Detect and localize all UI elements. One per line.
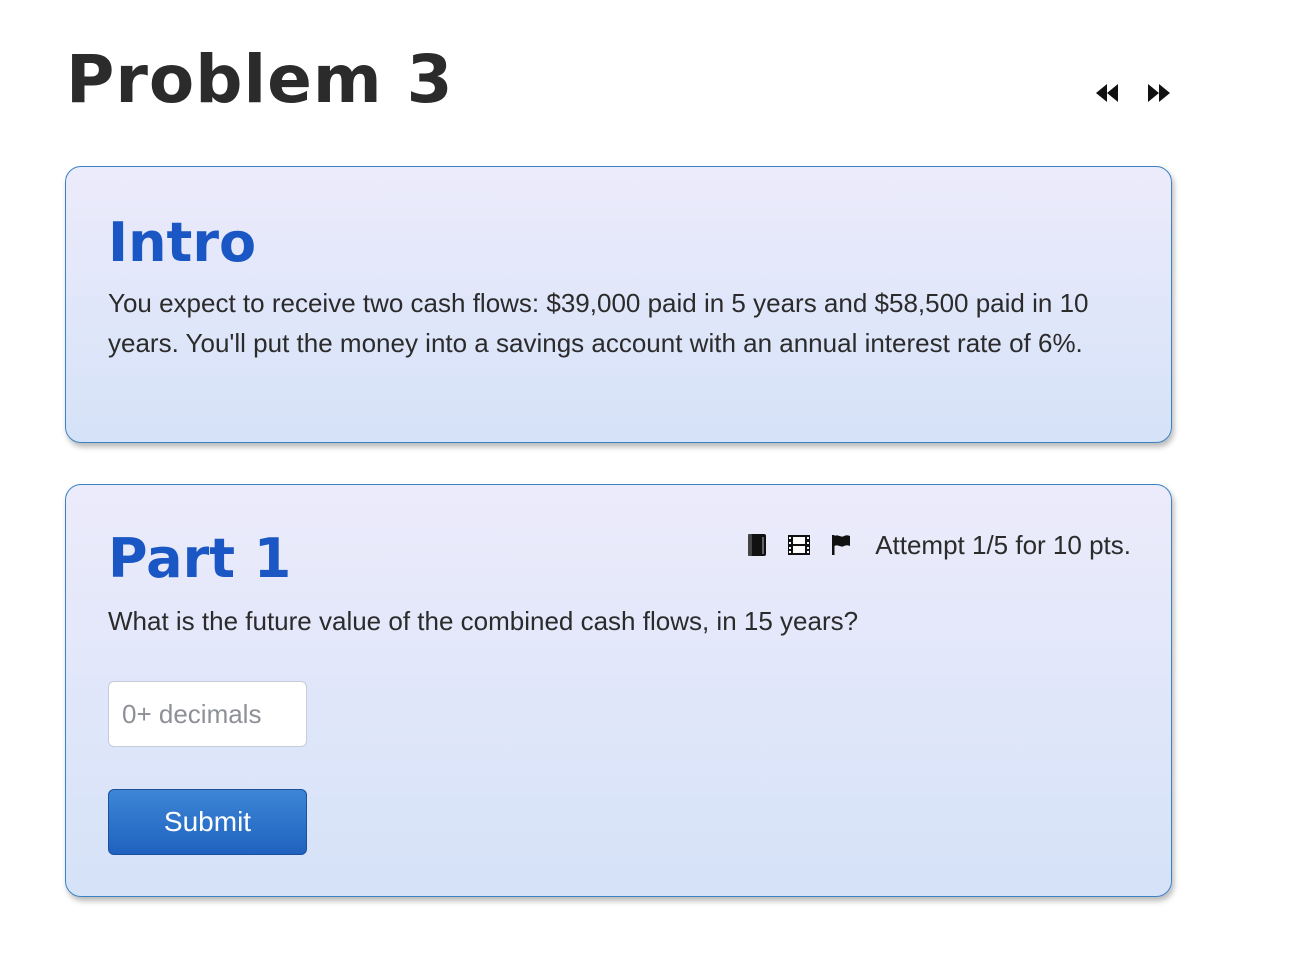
book-icon[interactable] — [745, 532, 769, 558]
question-text: What is the future value of the combined… — [108, 606, 859, 636]
flag-icon[interactable] — [829, 532, 853, 558]
film-icon[interactable] — [787, 532, 811, 558]
intro-text: You expect to receive two cash flows: $3… — [108, 288, 1089, 358]
part-toolbar: Attempt 1/5 for 10 pts. — [745, 529, 1131, 561]
intro-card: Intro You expect to receive two cash flo… — [65, 166, 1172, 443]
problem-navigation — [1092, 80, 1174, 106]
part-heading: Part 1 — [108, 527, 292, 590]
answer-input[interactable] — [108, 681, 307, 747]
part-1-card: Part 1 Attempt 1/5 for 10 pts. What is t… — [65, 484, 1172, 897]
attempt-info: Attempt 1/5 for 10 pts. — [875, 530, 1131, 560]
rewind-icon[interactable] — [1092, 80, 1122, 106]
fast-forward-icon[interactable] — [1144, 80, 1174, 106]
page-title: Problem 3 — [66, 41, 454, 118]
submit-button[interactable]: Submit — [108, 789, 307, 855]
intro-heading: Intro — [108, 211, 257, 274]
